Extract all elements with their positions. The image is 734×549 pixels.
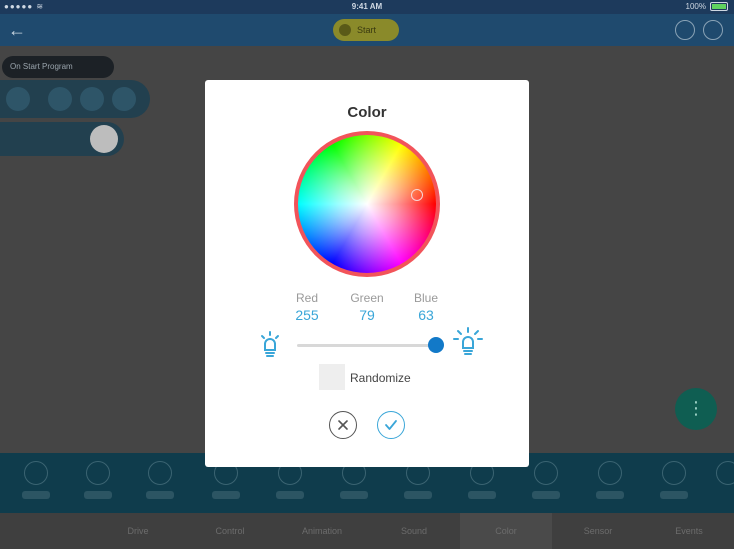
check-icon xyxy=(385,420,397,430)
block-param[interactable] xyxy=(112,87,136,111)
tab-control[interactable]: Control xyxy=(184,513,276,549)
tab-color[interactable]: Color xyxy=(460,513,552,549)
brightness-slider-thumb[interactable] xyxy=(428,337,444,353)
block-param[interactable] xyxy=(48,87,72,111)
palette-block-label xyxy=(340,491,368,499)
color-picker-dialog: Color Red 255 Green 79 Blue 63 Randomize xyxy=(205,80,529,467)
palette-block-label xyxy=(22,491,50,499)
tab-animation[interactable]: Animation xyxy=(276,513,368,549)
green-label: Green xyxy=(350,291,384,305)
green-readout: Green 79 xyxy=(342,291,392,323)
status-bar: ●●●●● ︎≋ 9:41 AM 100% xyxy=(0,0,734,14)
more-options-button[interactable]: ⋮ xyxy=(675,388,717,430)
palette-block[interactable] xyxy=(24,461,48,485)
dialog-title: Color xyxy=(347,104,387,121)
tab-drive[interactable]: Drive xyxy=(92,513,184,549)
color-wheel[interactable] xyxy=(298,135,436,273)
color-block[interactable] xyxy=(0,122,124,156)
on-start-label: On Start Program xyxy=(10,62,73,71)
palette-block-label xyxy=(596,491,624,499)
blue-readout: Blue 63 xyxy=(401,291,451,323)
run-button[interactable]: Start xyxy=(333,19,399,41)
grid-icon[interactable] xyxy=(675,20,695,40)
palette-block[interactable] xyxy=(598,461,622,485)
color-swatch[interactable] xyxy=(90,125,118,153)
palette-block[interactable] xyxy=(534,461,558,485)
block-param[interactable] xyxy=(80,87,104,111)
robot-icon[interactable] xyxy=(703,20,723,40)
blue-value: 63 xyxy=(418,307,434,323)
palette-block[interactable] xyxy=(716,461,734,485)
red-label: Red xyxy=(295,291,318,305)
palette-block-label xyxy=(276,491,304,499)
on-start-block[interactable]: On Start Program xyxy=(2,56,114,78)
palette-block-label xyxy=(146,491,174,499)
play-icon xyxy=(339,24,351,36)
color-wheel-ring xyxy=(294,131,440,277)
palette-block-label xyxy=(404,491,432,499)
color-wheel-handle[interactable] xyxy=(411,189,423,201)
close-icon xyxy=(338,420,348,430)
palette-block[interactable] xyxy=(662,461,686,485)
status-right: 100% xyxy=(686,2,728,11)
category-tabs: Drive Control Animation Sound Color Sens… xyxy=(0,513,734,549)
block-param[interactable] xyxy=(6,87,30,111)
palette-block-label xyxy=(532,491,560,499)
nav-bar: ← Start xyxy=(0,14,734,46)
palette-block-label xyxy=(468,491,496,499)
tab-sound[interactable]: Sound xyxy=(368,513,460,549)
battery-icon xyxy=(710,2,728,11)
run-button-label: Start xyxy=(357,25,377,35)
bulb-bright-icon xyxy=(453,327,483,355)
green-value: 79 xyxy=(359,307,375,323)
red-value: 255 xyxy=(295,307,319,323)
tab-events[interactable]: Events xyxy=(644,513,734,549)
palette-block[interactable] xyxy=(148,461,172,485)
palette-block-label xyxy=(660,491,688,499)
tab-sensor[interactable]: Sensor xyxy=(552,513,644,549)
palette-block-label xyxy=(212,491,240,499)
red-readout: Red 255 xyxy=(282,291,332,323)
cancel-button[interactable] xyxy=(329,411,357,439)
randomize-label: Randomize xyxy=(350,371,411,385)
battery-percent: 100% xyxy=(685,2,706,11)
blue-label: Blue xyxy=(413,291,439,305)
bulb-dim-icon xyxy=(261,331,279,357)
confirm-button[interactable] xyxy=(377,411,405,439)
status-time: 9:41 AM xyxy=(351,2,383,11)
palette-block[interactable] xyxy=(86,461,110,485)
command-block[interactable] xyxy=(0,80,150,118)
brightness-slider-track[interactable] xyxy=(297,344,437,347)
arrow-left-icon[interactable]: ← xyxy=(8,20,26,41)
palette-block-label xyxy=(84,491,112,499)
randomize-checkbox[interactable] xyxy=(319,364,345,390)
